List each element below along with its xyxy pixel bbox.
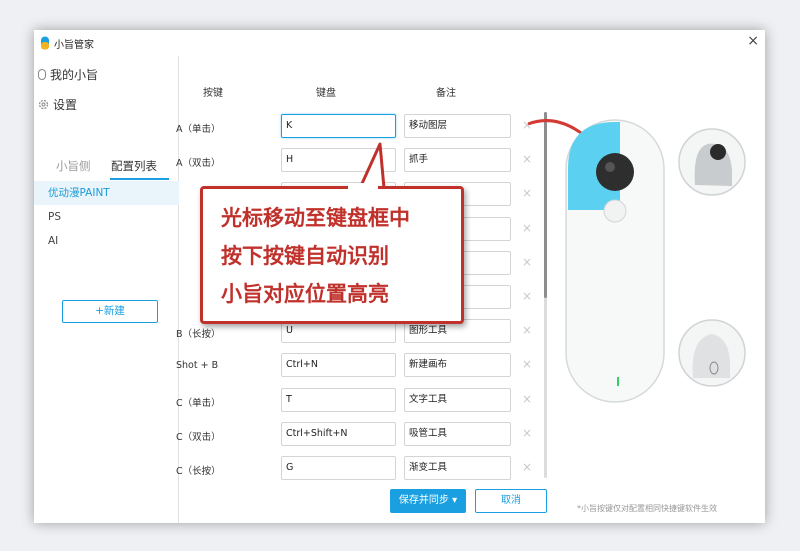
note-input[interactable]: 新建画布 [404, 353, 511, 377]
key-input[interactable]: K [281, 114, 396, 138]
row-button-label: C（单击） [176, 398, 221, 409]
preset-item[interactable]: AI [34, 229, 179, 253]
title-bar: 小旨管家 × [34, 30, 765, 56]
row-button-label: A（双击） [176, 158, 221, 169]
callout-line: 小旨对应位置高亮 [221, 282, 389, 306]
app-title: 小旨管家 [54, 40, 94, 51]
status-led [617, 377, 619, 386]
key-input[interactable]: G [281, 456, 396, 480]
device-knob [596, 153, 634, 191]
nav-my-device[interactable]: 我的小旨 [38, 66, 98, 83]
cancel-button[interactable]: 取消 [475, 489, 547, 513]
knob-shine [605, 162, 615, 172]
row-button-label: B（长按） [176, 329, 221, 340]
sidebar: 我的小旨 设置 小旨侧 配置列表 优动漫PAINT PS AI +新建 [34, 56, 179, 523]
preset-item[interactable]: 优动漫PAINT [34, 181, 179, 205]
nav-my-device-label: 我的小旨 [50, 68, 99, 82]
gear-icon [38, 99, 49, 110]
side-view-knob [710, 144, 726, 160]
device-outline-icon [38, 69, 46, 80]
note-input[interactable]: 抓手 [404, 148, 511, 172]
nav-settings-label: 设置 [53, 98, 78, 112]
nav-settings[interactable]: 设置 [38, 96, 77, 113]
callout-join [348, 183, 378, 191]
header-keyboard: 键盘 [316, 88, 336, 99]
sidebar-tabs: 小旨侧 配置列表 [34, 158, 179, 180]
delete-row-icon[interactable]: × [522, 460, 532, 474]
key-input[interactable]: Ctrl+Shift+N [281, 422, 396, 446]
note-input[interactable]: 吸管工具 [404, 422, 511, 446]
callout-box: 光标移动至键盘框中 按下按键自动识别 小旨对应位置高亮 [200, 186, 464, 324]
footnote: *小旨按键仅对配置相同快捷键软件生效 [577, 504, 717, 513]
header-note: 备注 [436, 88, 456, 99]
callout-line: 光标移动至键盘框中 [221, 206, 410, 230]
tab-active-indicator [110, 178, 169, 180]
device-button-b [603, 199, 627, 223]
save-sync-button[interactable]: 保存并同步 ▾ [390, 489, 466, 513]
device-illustration [527, 119, 746, 403]
header-button: 按键 [203, 88, 223, 99]
row-button-label: C（双击） [176, 432, 221, 443]
key-input[interactable]: Ctrl+N [281, 353, 396, 377]
tab-config-list[interactable]: 配置列表 [111, 158, 157, 174]
delete-row-icon[interactable]: × [522, 426, 532, 440]
note-input[interactable]: 移动图层 [404, 114, 511, 138]
callout-line: 按下按键自动识别 [221, 244, 389, 268]
new-preset-button[interactable]: +新建 [62, 300, 158, 323]
note-input[interactable]: 渐变工具 [404, 456, 511, 480]
key-input[interactable]: T [281, 388, 396, 412]
row-button-label: C（长按） [176, 466, 221, 477]
row-button-label: A（单击） [176, 124, 221, 135]
preset-item[interactable]: PS [34, 205, 179, 229]
close-button[interactable]: × [747, 33, 759, 49]
note-input[interactable]: 文字工具 [404, 388, 511, 412]
device-icon [41, 36, 49, 50]
row-button-label: Shot + B [176, 360, 219, 371]
tab-device-side[interactable]: 小旨侧 [56, 158, 91, 174]
